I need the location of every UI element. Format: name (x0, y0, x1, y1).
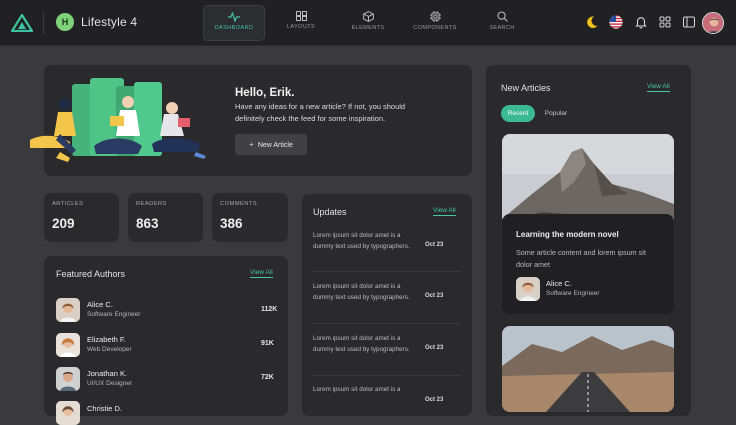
nav-search[interactable]: SEARCH (471, 5, 533, 41)
update-text: Lorem ipsum sit dolor amet is a (313, 386, 401, 393)
update-date: Oct 23 (425, 293, 444, 299)
plus-icon: + (249, 140, 254, 149)
update-date: Oct 23 (425, 345, 444, 351)
tab-recent[interactable]: Recent (501, 105, 535, 122)
nav-layouts[interactable]: LAYOUTS (270, 5, 332, 41)
workspace-name[interactable]: Lifestyle 4 (81, 15, 137, 29)
stat-label: READERS (136, 201, 167, 207)
new-articles-title: New Articles (501, 83, 551, 93)
tab-popular[interactable]: Popular (539, 105, 573, 122)
updates-card (302, 194, 472, 416)
article-author-role: Software Engineer (546, 290, 600, 297)
update-date: Oct 23 (425, 397, 444, 403)
stat-value: 209 (52, 216, 75, 231)
us-flag-icon[interactable] (609, 15, 623, 29)
author-role: Web Developer (87, 346, 132, 353)
hero-title: Hello, Erik. (235, 87, 295, 99)
featured-authors-title: Featured Authors (56, 269, 126, 279)
new-article-label: New Article (257, 142, 293, 149)
logo-icon[interactable] (11, 14, 33, 32)
article-author-name: Alice C. (546, 279, 572, 288)
nav-elements[interactable]: ELEMENTS (337, 5, 399, 41)
author-role: UI/UX Designer (87, 380, 133, 387)
author-count: 91K (261, 340, 274, 347)
update-date: Oct 23 (425, 242, 444, 248)
nav-label: COMPONENTS (413, 25, 457, 31)
moon-icon[interactable] (585, 15, 599, 29)
divider (313, 323, 460, 324)
nav-label: LAYOUTS (286, 24, 316, 30)
author-avatar[interactable] (56, 401, 80, 425)
top-bar: H Lifestyle 4 DASHBOARD LAYOUTS ELEMENTS… (0, 0, 736, 46)
grid-icon (295, 11, 307, 21)
reading-illustration (30, 78, 206, 162)
author-avatar[interactable] (56, 298, 80, 322)
article-title[interactable]: Learning the modern novel (516, 230, 619, 239)
author-name: Alice C. (87, 300, 113, 309)
user-avatar[interactable] (702, 12, 724, 34)
stat-value: 386 (220, 216, 243, 231)
nav-label: DASHBOARD (214, 25, 254, 31)
author-name: Jonathan K. (87, 369, 128, 378)
update-text: Lorem ipsum sit dolor amet is a dummy te… (313, 232, 410, 250)
cube-icon (362, 11, 374, 22)
new-article-button[interactable]: + New Article (235, 134, 307, 155)
update-text: Lorem ipsum sit dolor amet is a dummy te… (313, 283, 410, 301)
nav-label: SEARCH (489, 25, 515, 31)
nav-components[interactable]: COMPONENTS (404, 5, 466, 41)
sidebar-toggle-icon[interactable] (682, 15, 696, 29)
activity-icon (228, 12, 240, 22)
nav-dashboard[interactable]: DASHBOARD (203, 5, 265, 41)
stat-label: COMMENTS (220, 201, 258, 207)
stat-value: 863 (136, 216, 159, 231)
author-count: 112K (261, 306, 278, 313)
author-avatar[interactable] (56, 333, 80, 357)
divider (313, 375, 460, 376)
article-image-road[interactable] (502, 326, 674, 412)
cpu-icon (429, 11, 441, 22)
updates-view-all-link[interactable]: View All (433, 207, 456, 216)
articles-view-all-link[interactable]: View All (647, 83, 670, 92)
bell-icon[interactable] (634, 15, 648, 29)
workspace-badge[interactable]: H (56, 13, 74, 31)
divider (313, 271, 460, 272)
featured-authors-card (44, 256, 288, 416)
author-count: 72K (261, 374, 274, 381)
authors-view-all-link[interactable]: View All (250, 269, 273, 278)
updates-title: Updates (313, 207, 347, 217)
apps-icon[interactable] (658, 15, 672, 29)
stat-label: ARTICLES (52, 201, 84, 207)
divider (43, 12, 44, 34)
nav-label: ELEMENTS (351, 25, 385, 31)
article-excerpt: Some article content and lorem ipsum sit… (516, 248, 646, 269)
search-icon (496, 11, 508, 22)
author-avatar[interactable] (56, 367, 80, 391)
author-role: Software Engineer (87, 311, 141, 318)
article-author-avatar[interactable] (516, 277, 540, 301)
update-text: Lorem ipsum sit dolor amet is a dummy te… (313, 335, 410, 353)
author-name: Elizabeth F. (87, 335, 126, 344)
hero-text: Have any ideas for a new article? If not… (235, 102, 406, 123)
